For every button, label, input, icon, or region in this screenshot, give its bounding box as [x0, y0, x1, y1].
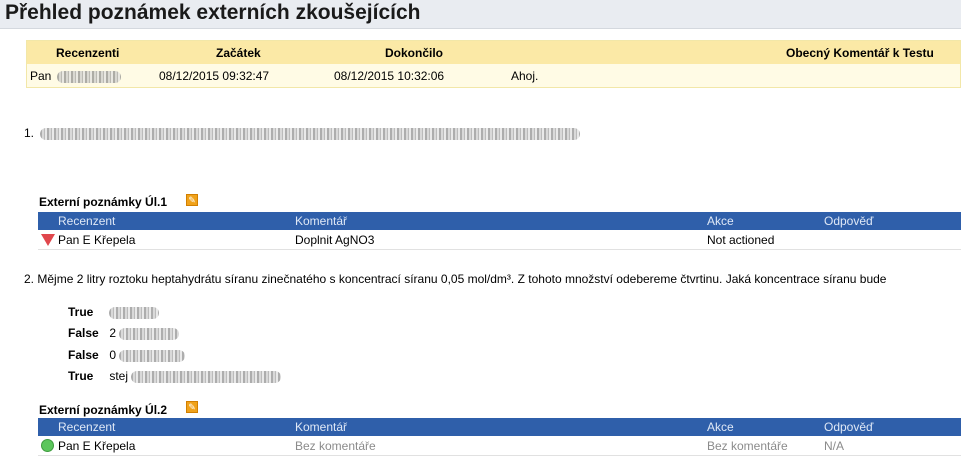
summary-header-row: Recenzenti Začátek Dokončilo Obecný Kome…	[27, 41, 960, 64]
row-comment: Bez komentáře	[295, 439, 376, 453]
col-comment: Komentář	[295, 420, 348, 434]
pencil-edit-icon[interactable]: ✎	[186, 401, 198, 413]
page-title-bar: Přehled poznámek externích zkoušejících	[0, 0, 961, 29]
red-down-triangle-icon	[41, 234, 55, 246]
answer-label: False	[68, 326, 99, 340]
row-reviewer: Pan E Křepela	[58, 439, 136, 453]
summary-table: Recenzenti Začátek Dokončilo Obecný Kome…	[26, 40, 961, 88]
redacted-answer	[109, 306, 160, 319]
question-2-line: 2. Mějme 2 litry roztoku heptahydrátu sí…	[24, 272, 961, 286]
question-1-line: 1.	[24, 126, 581, 140]
summary-header-comment: Obecný Komentář k Testu	[786, 46, 934, 60]
summary-start: 08/12/2015 09:32:47	[159, 69, 270, 83]
col-action: Akce	[707, 420, 734, 434]
answer-label: False	[68, 348, 99, 362]
redacted-answer	[119, 327, 180, 340]
col-reviewer: Recenzent	[58, 420, 116, 434]
answer-text: 2	[109, 326, 117, 340]
answer-row: False 2	[68, 326, 180, 340]
question-2-number: 2.	[24, 272, 35, 286]
col-reply: Odpověď	[824, 420, 874, 434]
question-1-number: 1.	[24, 126, 35, 140]
page-title: Přehled poznámek externích zkoušejících	[5, 1, 421, 24]
notes-title-q2: Externí poznámky Úl.2	[39, 403, 168, 417]
table-row[interactable]: Pan E Křepela Doplnit AgNO3 Not actioned	[38, 230, 961, 250]
notes-table-q1: Recenzent Komentář Akce Odpověď Pan E Kř…	[38, 212, 961, 250]
redacted-question-text	[40, 127, 581, 140]
row-comment: Doplnit AgNO3	[295, 233, 375, 247]
row-action: Bez komentáře	[707, 439, 788, 453]
notes-table-q2: Recenzent Komentář Akce Odpověď Pan E Kř…	[38, 418, 961, 456]
redacted-name	[56, 70, 121, 83]
col-comment: Komentář	[295, 214, 348, 228]
answer-row: True	[68, 305, 160, 319]
summary-comment: Ahoj.	[511, 69, 539, 83]
summary-end: 08/12/2015 10:32:06	[334, 69, 445, 83]
redacted-answer	[131, 370, 282, 383]
notes-table-header: Recenzent Komentář Akce Odpověď	[38, 418, 961, 436]
green-circle-icon	[41, 439, 54, 452]
answer-label: True	[68, 369, 94, 383]
answer-row: False 0	[68, 348, 186, 362]
col-reviewer: Recenzent	[58, 214, 116, 228]
col-reply: Odpověď	[824, 214, 874, 228]
answer-text: stej	[109, 369, 129, 383]
row-reply: N/A	[824, 439, 845, 453]
notes-table-header: Recenzent Komentář Akce Odpověď	[38, 212, 961, 230]
row-reviewer: Pan E Křepela	[58, 233, 136, 247]
answer-label: True	[68, 305, 94, 319]
answer-row: True stej	[68, 369, 282, 383]
notes-title-q1: Externí poznámky Úl.1	[39, 195, 168, 209]
redacted-answer	[119, 349, 186, 362]
row-action: Not actioned	[707, 233, 775, 247]
summary-header-end: Dokončilo	[385, 46, 444, 60]
pencil-edit-icon[interactable]: ✎	[186, 194, 198, 206]
answer-text: 0	[109, 348, 117, 362]
col-action: Akce	[707, 214, 734, 228]
summary-header-start: Začátek	[216, 46, 261, 60]
table-row[interactable]: Pan E Křepela Bez komentáře Bez komentář…	[38, 436, 961, 456]
question-2-text: Mějme 2 litry roztoku heptahydrátu síran…	[37, 272, 887, 286]
summary-header-reviewers: Recenzenti	[56, 46, 120, 60]
summary-reviewer: Pan	[30, 69, 121, 83]
